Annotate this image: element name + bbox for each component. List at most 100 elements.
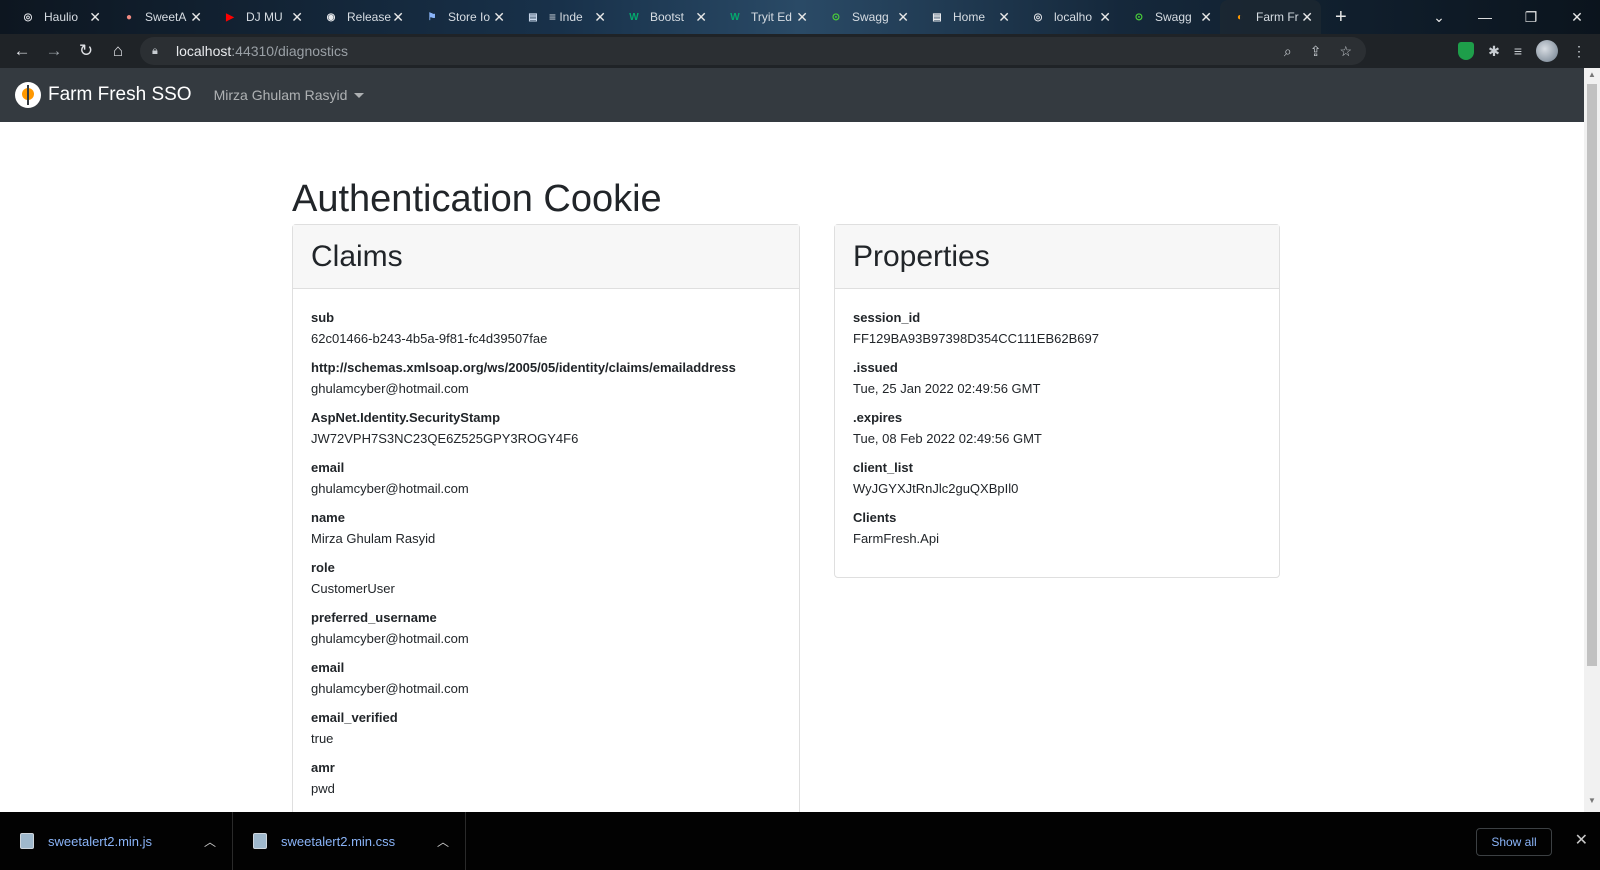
claim-key: email_verified: [311, 710, 398, 725]
close-window-icon[interactable]: ✕: [1554, 9, 1600, 26]
close-tab-icon[interactable]: ✕: [291, 9, 303, 26]
claim-key: .expires: [853, 410, 903, 425]
close-tab-icon[interactable]: ✕: [998, 9, 1010, 26]
new-tab-button[interactable]: +: [1335, 6, 1347, 29]
tab-title: Swagg: [852, 10, 889, 24]
extensions-puzzle-icon[interactable]: ✱: [1488, 43, 1500, 60]
claim-key: Clients: [853, 510, 897, 525]
download-item[interactable]: sweetalert2.min.js ︿: [0, 812, 233, 870]
reload-icon[interactable]: ↻: [70, 41, 102, 61]
claim-value: FF129BA93B97398D354CC111EB62B697: [853, 331, 1099, 346]
user-dropdown[interactable]: Mirza Ghulam Rasyid: [214, 87, 365, 103]
browser-tab[interactable]: W Tryit Ed ✕: [715, 0, 816, 34]
browser-tab[interactable]: ● SweetA ✕: [109, 0, 210, 34]
tab-title: ≡ Inde: [549, 10, 583, 24]
address-bar[interactable]: 🔒︎ localhost:44310/diagnostics ⌕ ⇪ ☆: [140, 37, 1366, 65]
close-tab-icon[interactable]: ✕: [392, 9, 404, 26]
claim-key: session_id: [853, 310, 921, 325]
back-icon[interactable]: ←: [6, 41, 38, 61]
claim-value: ghulamcyber@hotmail.com: [311, 481, 469, 496]
media-control-icon[interactable]: ≡: [1514, 43, 1522, 59]
close-tab-icon[interactable]: ✕: [89, 9, 101, 26]
claim-key: preferred_username: [311, 610, 437, 625]
close-tab-icon[interactable]: ✕: [1099, 9, 1111, 26]
zoom-icon[interactable]: ⌕: [1284, 43, 1292, 60]
scrollbar-thumb[interactable]: [1587, 84, 1597, 666]
browser-tab[interactable]: ⊙ Swagg ✕: [1119, 0, 1220, 34]
claim-value: ghulamcyber@hotmail.com: [311, 381, 469, 396]
tab-favicon-icon: ⊙: [1134, 11, 1144, 23]
browser-tab[interactable]: ◎ Haulio ✕: [8, 0, 109, 34]
browser-tab[interactable]: W Bootst ✕: [614, 0, 715, 34]
tab-title: Tryit Ed: [751, 10, 792, 24]
tab-favicon-icon: ●: [125, 11, 133, 23]
claims-card: Claims sub 62c01466-b243-4b5a-9f81-fc4d39…: [292, 224, 800, 812]
security-extension-icon[interactable]: [1458, 42, 1475, 60]
claim-value: 62c01466-b243-4b5a-9f81-fc4d39507fae: [311, 331, 548, 346]
claims-list: sub 62c01466-b243-4b5a-9f81-fc4d39507fae h…: [293, 289, 799, 812]
tab-search-icon[interactable]: ⌄: [1416, 9, 1462, 26]
close-tab-icon[interactable]: ✕: [695, 9, 707, 26]
browser-tab[interactable]: ◎ localho ✕: [1018, 0, 1119, 34]
tab-favicon-icon: ◎: [23, 11, 33, 23]
scroll-down-icon[interactable]: ▼: [1584, 796, 1600, 810]
restore-icon[interactable]: ❐: [1508, 9, 1554, 26]
claim-value: ghulamcyber@hotmail.com: [311, 631, 469, 646]
menu-kebab-icon[interactable]: ⋮: [1572, 43, 1586, 60]
properties-header: Properties: [835, 225, 1279, 289]
download-item[interactable]: sweetalert2.min.css ︿: [233, 812, 466, 870]
claim-value: pwd: [311, 781, 335, 796]
minimize-icon[interactable]: —: [1462, 9, 1508, 25]
tab-favicon-icon: ⊙: [831, 11, 841, 23]
show-all-button[interactable]: Show all: [1476, 828, 1552, 856]
tab-favicon-icon: W: [730, 11, 740, 23]
url-text: localhost:44310/diagnostics: [176, 43, 349, 59]
lock-icon: 🔒︎: [152, 45, 158, 57]
claim-key: client_list: [853, 460, 913, 475]
user-name: Mirza Ghulam Rasyid: [213, 87, 348, 103]
browser-tab[interactable]: ◐ Farm Fr ✕: [1220, 0, 1321, 34]
page-scrollbar[interactable]: ▲ ▼: [1584, 68, 1600, 812]
tab-favicon-icon: ⚑: [427, 11, 437, 23]
close-shelf-icon[interactable]: ✕: [1575, 830, 1588, 850]
scroll-up-icon[interactable]: ▲: [1584, 70, 1600, 84]
claim-value: true: [311, 731, 334, 746]
close-tab-icon[interactable]: ✕: [190, 9, 202, 26]
share-icon[interactable]: ⇪: [1310, 43, 1322, 60]
chevron-up-icon[interactable]: ︿: [437, 833, 449, 850]
claim-key: http://schemas.xmlsoap.org/ws/2005/05/id…: [311, 360, 736, 375]
claim-value: Mirza Ghulam Rasyid: [311, 531, 436, 546]
chevron-up-icon[interactable]: ︿: [204, 833, 216, 850]
browser-tab[interactable]: ⚑ Store Io ✕: [412, 0, 513, 34]
browser-tab[interactable]: ◉ Release ✕: [311, 0, 412, 34]
claim-key: role: [311, 560, 335, 575]
home-icon[interactable]: ⌂: [102, 41, 134, 61]
claim-key: AspNet.Identity.SecurityStamp: [311, 410, 501, 425]
browser-tab[interactable]: ▤ Home ✕: [917, 0, 1018, 34]
browser-tab[interactable]: ▶ DJ MU ✕: [210, 0, 311, 34]
close-tab-icon[interactable]: ✕: [796, 9, 808, 26]
window-controls: ⌄ — ❐ ✕: [1416, 0, 1600, 34]
tab-favicon-icon: ◐: [1236, 11, 1244, 23]
properties-list: session_id FF129BA93B97398D354CC111EB62B6…: [835, 289, 1279, 579]
close-tab-icon[interactable]: ✕: [1200, 9, 1212, 26]
tab-favicon-icon: ◉: [326, 11, 336, 23]
bookmark-star-icon[interactable]: ☆: [1339, 43, 1352, 60]
forward-icon[interactable]: →: [38, 41, 70, 61]
brand-link[interactable]: Farm Fresh SSO: [48, 84, 192, 106]
close-tab-icon[interactable]: ✕: [493, 9, 505, 26]
brand-logo-icon[interactable]: [15, 82, 41, 108]
file-icon: [253, 833, 267, 849]
tab-title: Bootst: [650, 10, 685, 24]
close-tab-icon[interactable]: ✕: [594, 9, 606, 26]
claim-value: Tue, 08 Feb 2022 02:49:56 GMT: [853, 431, 1042, 446]
browser-tab[interactable]: ⊙ Swagg ✕: [816, 0, 917, 34]
claim-value: JW72VPH7S3NC23QE6Z525GPY3ROGY4F6: [311, 431, 579, 446]
close-tab-icon[interactable]: ✕: [897, 9, 909, 26]
page-viewport: Farm Fresh SSO Mirza Ghulam Rasyid Authe…: [0, 68, 1584, 812]
tab-favicon-icon: ▤: [528, 11, 538, 23]
browser-tab[interactable]: ▤ ≡ Inde ✕: [513, 0, 614, 34]
browser-toolbar: ← → ↻ ⌂ 🔒︎ localhost:44310/diagnostics ⌕…: [0, 34, 1600, 68]
close-tab-icon[interactable]: ✕: [1301, 9, 1313, 26]
profile-avatar[interactable]: [1536, 40, 1558, 62]
